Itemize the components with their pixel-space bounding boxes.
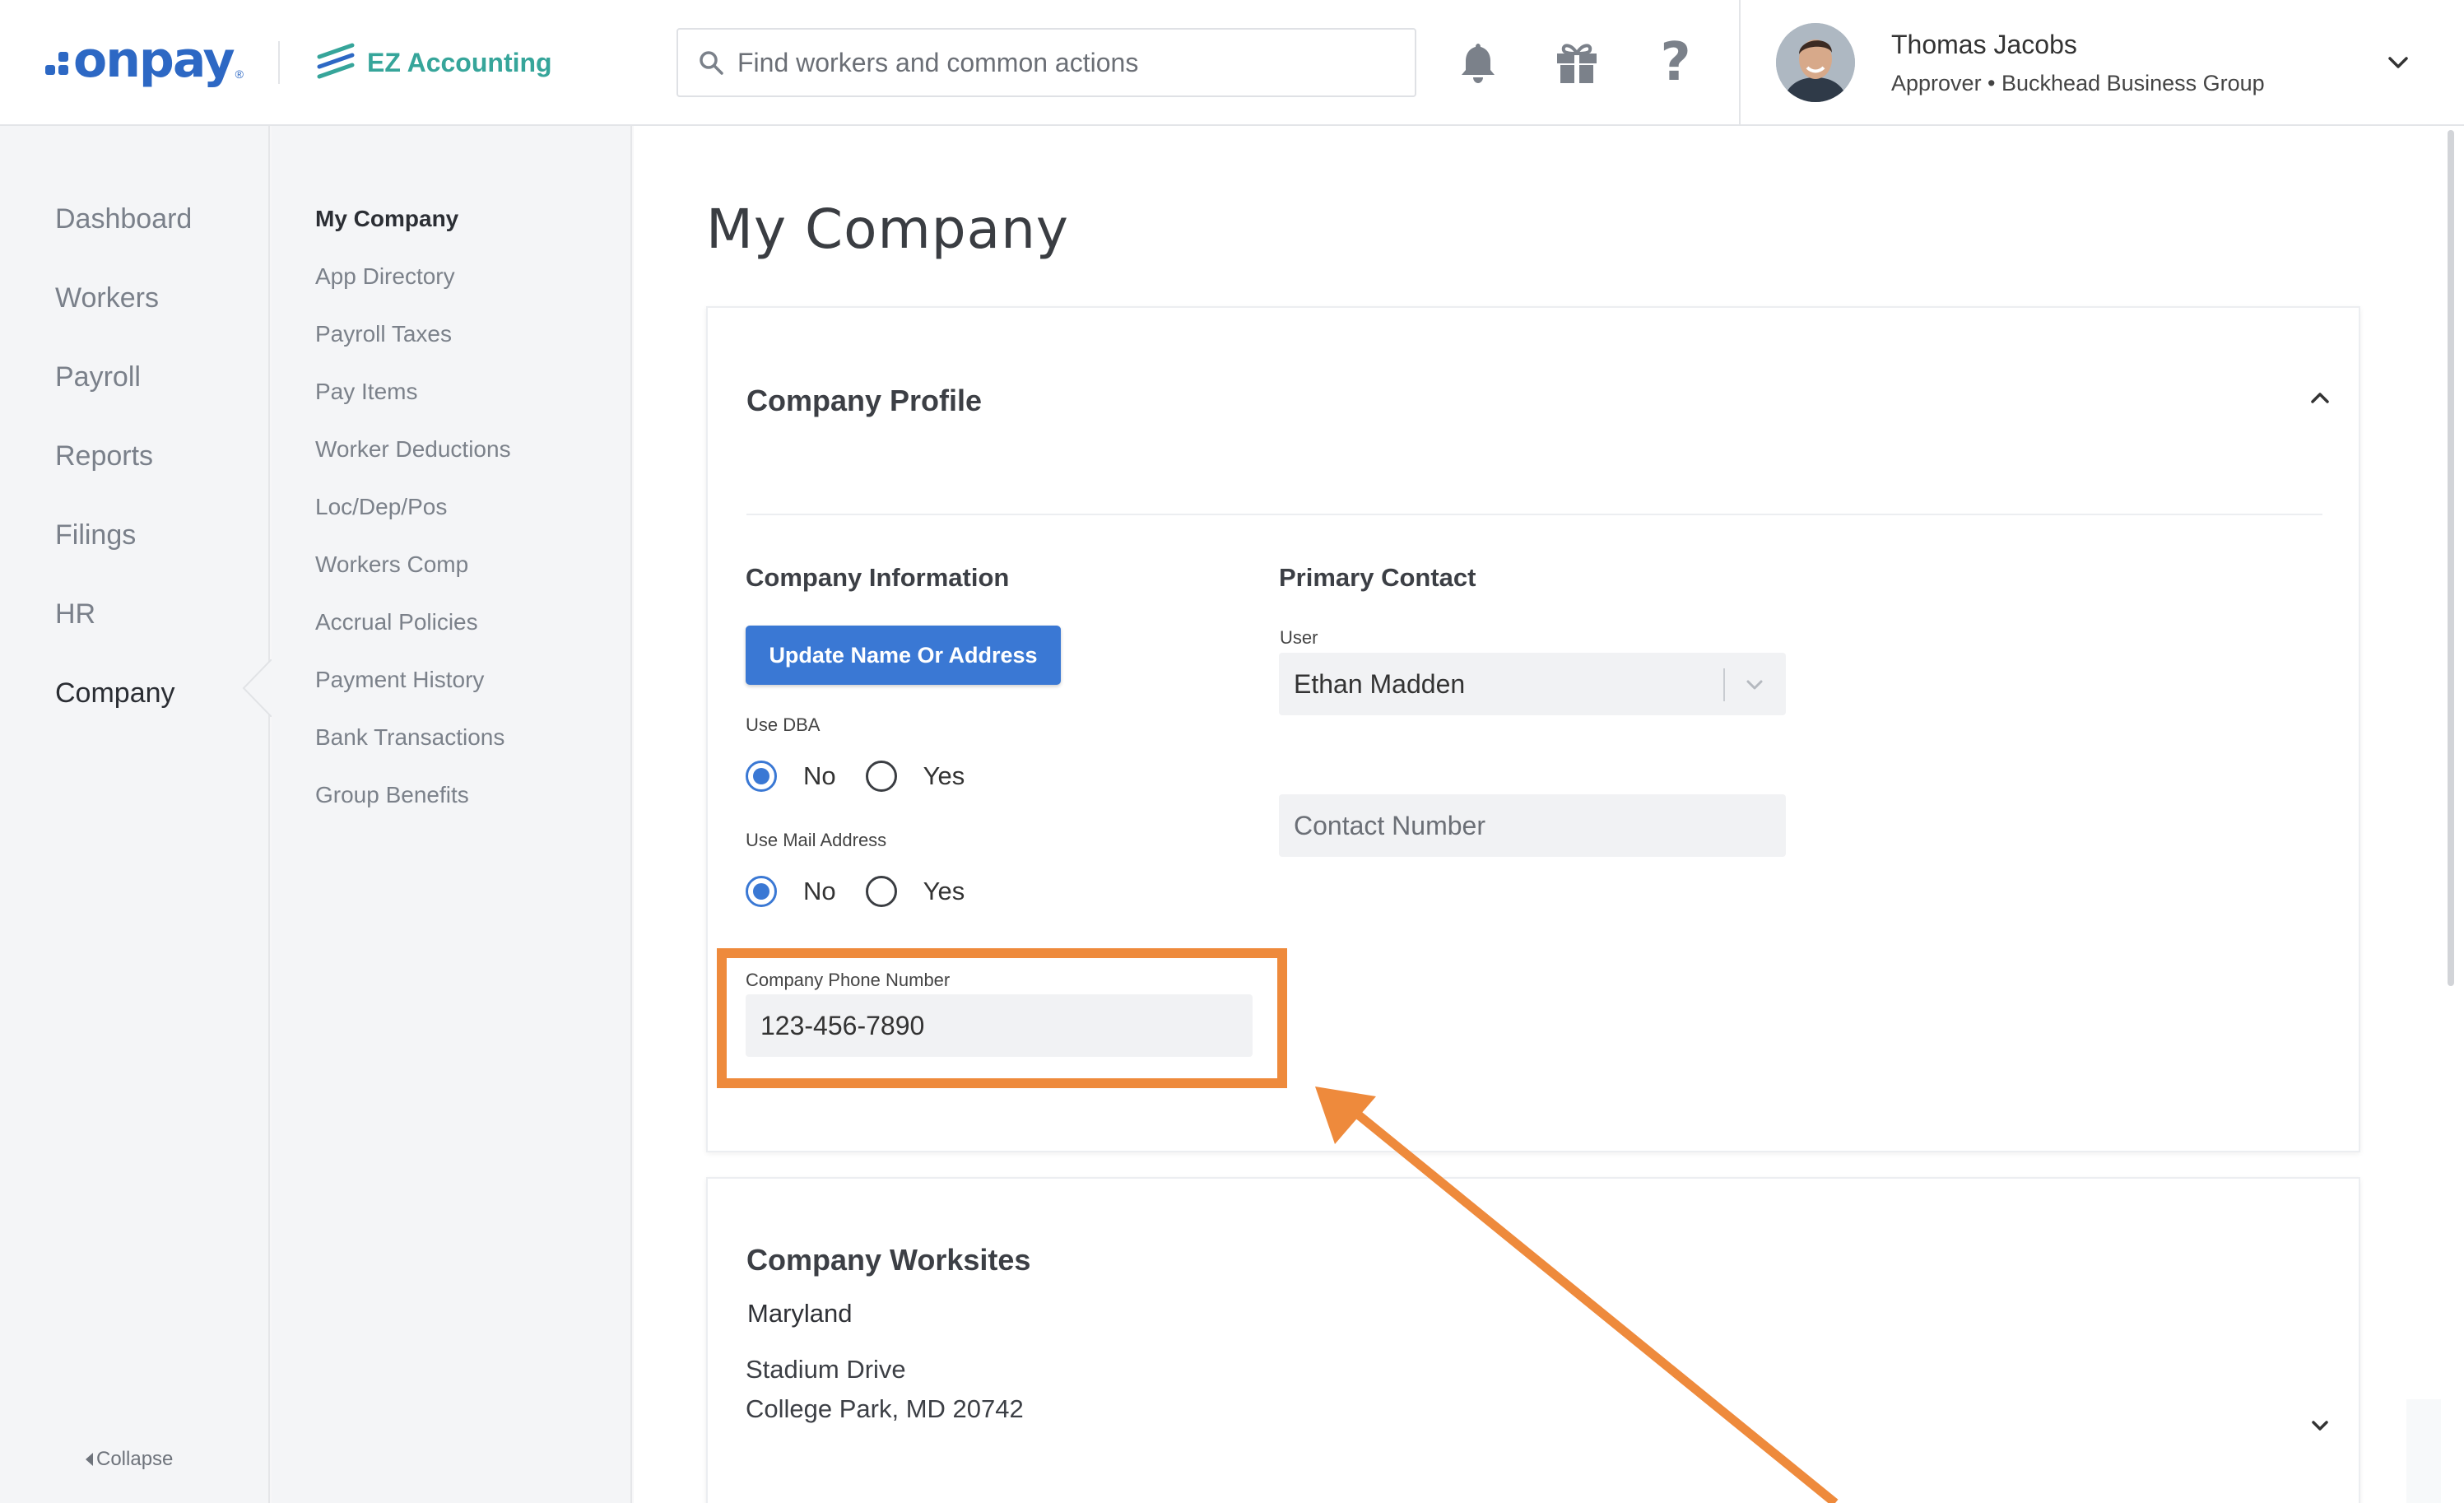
search-bar[interactable] xyxy=(676,28,1416,97)
subnav-item-payment-history[interactable]: Payment History xyxy=(315,667,484,693)
use-mail-no-label[interactable]: No xyxy=(803,877,836,906)
subnav-item-app-directory[interactable]: App Directory xyxy=(315,263,455,290)
nav-item-company[interactable]: Company xyxy=(55,677,175,710)
use-dba-no-label[interactable]: No xyxy=(803,761,836,791)
use-dba-yes-label[interactable]: Yes xyxy=(923,761,965,791)
bell-icon[interactable] xyxy=(1453,38,1503,87)
subnav-item-payroll-taxes[interactable]: Payroll Taxes xyxy=(315,321,452,347)
subnav-item-bank-transactions[interactable]: Bank Transactions xyxy=(315,724,504,751)
use-mail-address-radio-group: No Yes xyxy=(746,876,994,907)
secondary-sidebar: My Company App Directory Payroll Taxes P… xyxy=(272,126,632,1503)
contact-number-placeholder: Contact Number xyxy=(1294,810,1485,840)
use-mail-yes-label[interactable]: Yes xyxy=(923,877,965,906)
use-dba-label: Use DBA xyxy=(746,714,821,735)
primary-sidebar: Dashboard Workers Payroll Reports Filing… xyxy=(0,126,272,1503)
use-dba-no-radio[interactable] xyxy=(746,761,777,792)
nav-item-reports[interactable]: Reports xyxy=(55,440,153,472)
subnav-item-group-benefits[interactable]: Group Benefits xyxy=(315,782,469,808)
use-mail-yes-radio[interactable] xyxy=(865,876,897,907)
user-role: Approver • Buckhead Business Group xyxy=(1891,71,2265,95)
scrollbar-thumb[interactable] xyxy=(2448,130,2454,986)
contact-number-field[interactable]: Contact Number xyxy=(1279,794,1786,857)
chevron-down-icon[interactable] xyxy=(2307,1412,2333,1439)
chevron-down-icon[interactable] xyxy=(2383,48,2413,77)
user-divider xyxy=(1739,0,1741,125)
worksite-name: Maryland xyxy=(747,1299,853,1328)
subnav-item-pay-items[interactable]: Pay Items xyxy=(315,379,417,405)
active-nav-caret xyxy=(242,659,272,717)
annotation-arrow xyxy=(1315,1087,1839,1503)
company-profile-title[interactable]: Company Profile xyxy=(746,384,982,418)
logo-mark xyxy=(45,52,70,78)
avatar[interactable] xyxy=(1776,23,1855,102)
company-worksites-title: Company Worksites xyxy=(746,1243,1031,1277)
chevron-down-icon[interactable] xyxy=(1741,672,1768,698)
scroll-corner xyxy=(2406,1399,2441,1503)
top-header: onpay ® EZ Accounting ? xyxy=(0,0,2464,126)
logo-registered-mark: ® xyxy=(235,67,244,81)
collapse-button[interactable]: Collapse xyxy=(86,1448,173,1471)
subnav-item-accrual-policies[interactable]: Accrual Policies xyxy=(315,609,478,635)
primary-contact-user-select[interactable]: Ethan Madden xyxy=(1279,653,1786,715)
caret-left-icon xyxy=(86,1453,93,1466)
logo-text: onpay xyxy=(73,31,235,89)
collapse-label: Collapse xyxy=(96,1448,174,1470)
use-mail-address-label: Use Mail Address xyxy=(746,830,887,850)
subnav-item-loc-dep-pos[interactable]: Loc/Dep/Pos xyxy=(315,494,447,520)
user-label: User xyxy=(1280,627,1318,648)
user-name[interactable]: Thomas Jacobs xyxy=(1891,30,2077,60)
ez-accounting-logo: EZ Accounting xyxy=(314,38,552,87)
nav-item-dashboard[interactable]: Dashboard xyxy=(55,203,192,235)
use-dba-yes-radio[interactable] xyxy=(865,761,897,792)
update-name-or-address-button[interactable]: Update Name Or Address xyxy=(746,626,1061,685)
chevron-up-icon[interactable] xyxy=(2307,385,2333,412)
primary-contact-title: Primary Contact xyxy=(1279,563,1476,592)
search-icon xyxy=(700,51,723,75)
onpay-logo[interactable]: onpay ® xyxy=(45,31,244,89)
page-title: My Company xyxy=(706,198,1069,261)
card-divider xyxy=(746,514,2322,515)
nav-item-hr[interactable]: HR xyxy=(55,598,95,631)
ez-accounting-icon xyxy=(317,43,355,79)
subnav-item-worker-deductions[interactable]: Worker Deductions xyxy=(315,436,511,463)
subnav-item-workers-comp[interactable]: Workers Comp xyxy=(315,551,468,578)
primary-contact-user-value: Ethan Madden xyxy=(1294,668,1466,699)
select-separator xyxy=(1723,668,1725,701)
header-divider xyxy=(278,41,280,84)
annotation-highlight-box xyxy=(717,948,1287,1088)
company-information-title: Company Information xyxy=(746,563,1010,592)
nav-item-workers[interactable]: Workers xyxy=(55,282,159,314)
help-icon[interactable]: ? xyxy=(1651,36,1700,89)
gift-icon[interactable] xyxy=(1552,38,1602,87)
nav-item-payroll[interactable]: Payroll xyxy=(55,361,141,393)
use-dba-radio-group: No Yes xyxy=(746,761,994,792)
worksite-address-line1: Stadium Drive xyxy=(746,1355,906,1384)
ez-accounting-label: EZ Accounting xyxy=(367,47,552,77)
use-mail-no-radio[interactable] xyxy=(746,876,777,907)
worksite-address-line2: College Park, MD 20742 xyxy=(746,1394,1024,1423)
search-input[interactable] xyxy=(737,47,1396,78)
subnav-item-my-company[interactable]: My Company xyxy=(315,206,458,232)
nav-item-filings[interactable]: Filings xyxy=(55,519,136,551)
